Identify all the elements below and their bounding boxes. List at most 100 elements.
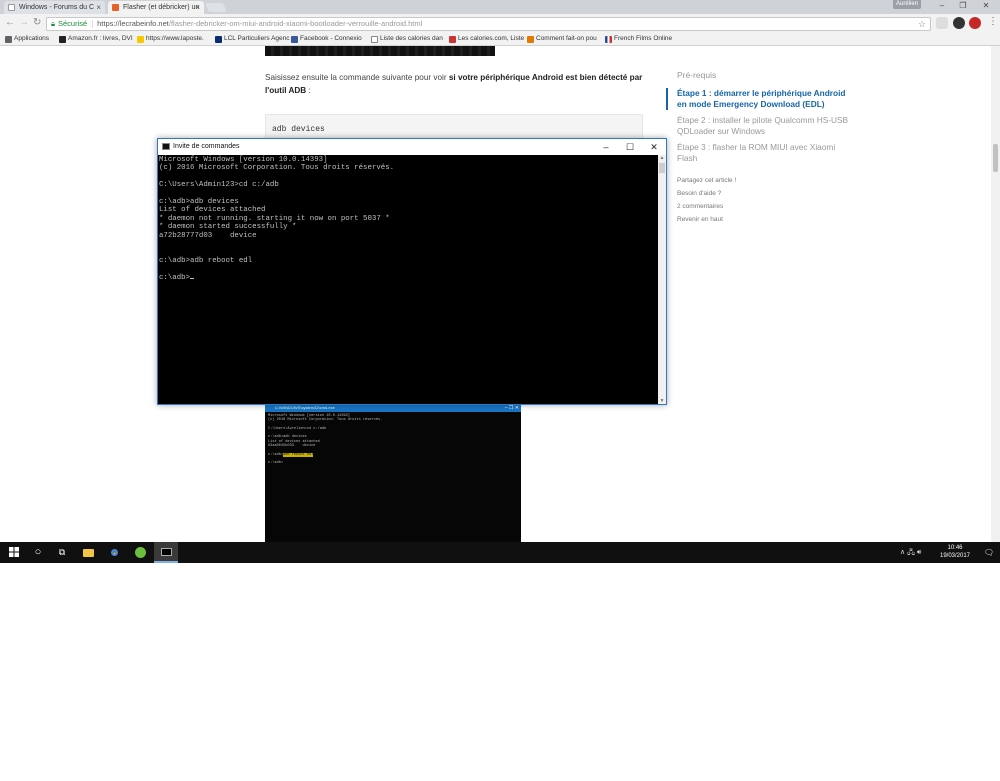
cmd-console[interactable]: Microsoft Windows [version 10.0.14393] (… bbox=[158, 155, 658, 404]
cmd-window[interactable]: Invite de commandes – ☐ ✕ Microsoft Wind… bbox=[157, 138, 667, 405]
lescalories-icon bbox=[449, 36, 456, 43]
page-scrollbar[interactable] bbox=[991, 46, 1000, 542]
tab-label: Flasher (et débricker) un bbox=[123, 4, 200, 11]
close-tab-icon[interactable]: × bbox=[96, 1, 101, 14]
toc-item-step-2[interactable]: Étape 2 : installer le pilote Qualcomm H… bbox=[677, 115, 857, 137]
cmd-output: Microsoft Windows [version 10.0.14393] (… bbox=[159, 156, 395, 282]
start-button[interactable] bbox=[3, 542, 25, 563]
bookmarks-bar: Applications Amazon.fr : livres, DVI htt… bbox=[0, 33, 1000, 46]
close-button[interactable]: ✕ bbox=[642, 139, 666, 155]
site-icon bbox=[527, 36, 534, 43]
tab-flasher-article[interactable]: Flasher (et débricker) un × bbox=[108, 1, 204, 14]
tab-windows-forums[interactable]: Windows - Forums du C × bbox=[4, 1, 105, 14]
article-screenshot-image bbox=[265, 46, 495, 56]
bookmark-facebook[interactable]: Facebook - Connexio bbox=[291, 33, 362, 45]
help-link[interactable]: Besoin d'aide ? bbox=[677, 189, 857, 198]
embedded-cmd-screenshot: C:\WINDOWS\system32\cmd.exe – ❐ ✕ Microso… bbox=[265, 404, 521, 542]
address-bar[interactable]: 🔒︎ Sécurisé | https://lecrabeinfo.net/flash… bbox=[46, 17, 931, 31]
comments-link[interactable]: 2 commentaires bbox=[677, 202, 857, 211]
bookmark-label: French Films Online bbox=[614, 35, 673, 42]
share-link[interactable]: Partagez cet article ! bbox=[677, 176, 857, 185]
extension-icon[interactable] bbox=[936, 17, 948, 29]
paragraph-text: Saisissez ensuite la commande suivante p… bbox=[265, 73, 449, 82]
extension-icon[interactable] bbox=[953, 17, 965, 29]
cmd-scrollbar-thumb[interactable] bbox=[659, 163, 665, 173]
back-to-top-link[interactable]: Revenir en haut bbox=[677, 215, 857, 224]
minimize-icon[interactable]: – bbox=[932, 0, 952, 12]
restore-icon[interactable]: ❐ bbox=[953, 0, 973, 12]
bookmark-calories-list[interactable]: Liste des calories dan bbox=[371, 33, 443, 45]
maximize-button[interactable]: ☐ bbox=[618, 139, 642, 155]
bookmark-label: Comment fait-on pou bbox=[536, 35, 597, 42]
chrome-logo-icon bbox=[108, 547, 120, 558]
paragraph-text: : bbox=[306, 85, 311, 95]
chrome-icon[interactable] bbox=[103, 542, 125, 563]
close-window-icon[interactable]: ✕ bbox=[976, 0, 996, 12]
url-domain: https://lecrabeinfo.net bbox=[97, 19, 169, 28]
desktop-screen: Windows - Forums du C × Flasher (et débr… bbox=[0, 0, 1000, 781]
bookmark-label: LCL Particuliers Agenc bbox=[224, 35, 290, 42]
cmd-scrollbar[interactable]: ▲ ▼ bbox=[658, 155, 666, 404]
cmd-taskbar-icon[interactable] bbox=[154, 542, 178, 563]
french-flag-icon bbox=[605, 36, 612, 43]
scroll-down-icon[interactable]: ▼ bbox=[658, 398, 666, 404]
clock-date: 19/03/2017 bbox=[939, 553, 971, 559]
toc-title[interactable]: Pré-requis bbox=[677, 70, 857, 80]
secure-label: Sécurisé bbox=[58, 19, 88, 28]
task-view-icon[interactable]: ⧉ bbox=[51, 542, 73, 563]
toc-item-step-3[interactable]: Étape 3 : flasher la ROM MIUI avec Xiaom… bbox=[677, 142, 857, 164]
notifications-icon[interactable]: 🗨︎ bbox=[982, 542, 996, 563]
cmd-icon bbox=[162, 143, 170, 150]
embedded-cmd-text: c:\adb> bbox=[268, 461, 284, 466]
embedded-cmd-text: Microsoft Windows [version 10.0.14393] (… bbox=[268, 414, 383, 449]
bookmark-star-icon[interactable]: ☆ bbox=[918, 18, 926, 30]
embedded-cmd-output: Microsoft Windows [version 10.0.14393] (… bbox=[265, 412, 521, 468]
extension-icon[interactable] bbox=[969, 17, 981, 29]
lcl-icon bbox=[215, 36, 222, 43]
bookmark-label: Les calories.com, Liste bbox=[458, 35, 525, 42]
forward-icon[interactable]: → bbox=[19, 17, 29, 29]
system-tray[interactable]: ∧ 🖧︎ 🔊︎ bbox=[900, 542, 921, 563]
volume-icon[interactable]: 🔊︎ bbox=[917, 549, 921, 556]
apps-grid-icon bbox=[5, 36, 12, 43]
bookmark-comment-fait-on[interactable]: Comment fait-on pou bbox=[527, 33, 597, 45]
bookmark-laposte[interactable]: https://www.laposte. bbox=[137, 33, 204, 45]
clock[interactable]: 10:46 19/03/2017 bbox=[938, 544, 972, 560]
facebook-icon bbox=[291, 36, 298, 43]
search-cortana-icon[interactable]: ○ bbox=[27, 542, 49, 563]
minimize-button[interactable]: – bbox=[594, 139, 618, 155]
bookmark-amazon[interactable]: Amazon.fr : livres, DVI bbox=[59, 33, 133, 45]
show-hidden-icons-icon[interactable]: ∧ bbox=[900, 549, 905, 556]
folder-icon bbox=[82, 549, 94, 557]
page-icon bbox=[8, 4, 15, 11]
bookmark-label: Facebook - Connexio bbox=[300, 35, 362, 42]
menu-icon[interactable]: ⋮ bbox=[988, 16, 998, 28]
bookmark-french-films[interactable]: French Films Online bbox=[605, 33, 672, 45]
bookmark-label: Amazon.fr : livres, DVI bbox=[68, 35, 133, 42]
reload-icon[interactable]: ↻ bbox=[33, 17, 41, 29]
cmd-titlebar[interactable]: Invite de commandes – ☐ ✕ bbox=[158, 139, 666, 155]
profile-badge[interactable]: Aurélien bbox=[893, 0, 921, 9]
highlighted-command: adb reboot edl bbox=[283, 452, 314, 457]
browser-tab-strip: Windows - Forums du C × Flasher (et débr… bbox=[0, 0, 1000, 14]
network-icon[interactable]: 🖧︎ bbox=[907, 549, 915, 556]
url-path: /flasher-debricker-om-miui-android-xiaom… bbox=[168, 19, 423, 28]
back-icon[interactable]: ← bbox=[5, 17, 15, 29]
clock-time: 10:46 bbox=[947, 545, 963, 551]
bookmark-label: https://www.laposte. bbox=[146, 35, 204, 42]
amazon-icon bbox=[59, 36, 66, 43]
lock-icon: 🔒︎ bbox=[51, 19, 55, 28]
bookmark-lcl[interactable]: LCL Particuliers Agenc bbox=[215, 33, 290, 45]
bookmark-lescalories[interactable]: Les calories.com, Liste bbox=[449, 33, 524, 45]
lecrabeinfo-favicon-icon bbox=[112, 4, 119, 11]
close-tab-icon[interactable]: × bbox=[195, 1, 200, 14]
scroll-up-icon[interactable]: ▲ bbox=[658, 155, 666, 161]
new-tab-button[interactable] bbox=[205, 3, 227, 12]
app-icon[interactable] bbox=[129, 542, 151, 563]
embedded-cmd-title: C:\WINDOWS\system32\cmd.exe bbox=[275, 405, 335, 410]
page-icon bbox=[371, 36, 378, 43]
page-scrollbar-thumb[interactable] bbox=[993, 144, 998, 172]
bookmark-applications[interactable]: Applications bbox=[5, 33, 49, 45]
toc-item-step-1[interactable]: Étape 1 : démarrer le périphérique Andro… bbox=[666, 88, 857, 110]
file-explorer-icon[interactable] bbox=[77, 542, 99, 563]
